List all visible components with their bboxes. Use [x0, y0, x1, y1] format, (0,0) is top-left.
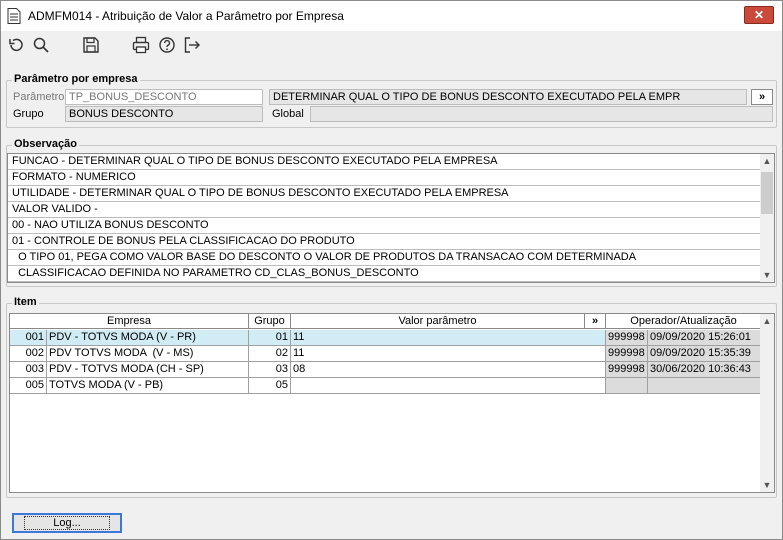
cell-grupo: 03: [249, 362, 291, 378]
cell-operador: 999998: [606, 346, 648, 362]
table-row[interactable]: 002 PDV TOTVS MODA (V - MS) 02 11 999998…: [10, 346, 762, 362]
cell-data: 09/09/2020 15:26:01: [648, 330, 762, 346]
grupo-label: Grupo: [13, 108, 44, 120]
observacao-line: 01 - CONTROLE DE BONUS PELA CLASSIFICACA…: [8, 234, 760, 250]
cell-valor[interactable]: 11: [291, 346, 606, 362]
refresh-icon[interactable]: [6, 35, 26, 55]
global-field: [310, 106, 773, 122]
grid-scrollbar[interactable]: ▲ ▼: [760, 314, 774, 492]
cell-data: 09/09/2020 15:35:39: [648, 346, 762, 362]
header-grupo[interactable]: Grupo: [249, 314, 291, 329]
cell-cod: 005: [10, 378, 47, 394]
search-icon[interactable]: [31, 35, 51, 55]
app-window: ADMFM014 - Atribuição de Valor a Parâmet…: [0, 0, 783, 540]
header-valor[interactable]: Valor parâmetro: [291, 314, 585, 329]
cell-empresa: PDV - TOTVS MODA (V - PR): [47, 330, 249, 346]
print-icon[interactable]: [131, 35, 151, 55]
cell-cod: 003: [10, 362, 47, 378]
log-button-label: Log...: [24, 516, 110, 530]
window-title: ADMFM014 - Atribuição de Valor a Parâmet…: [28, 9, 344, 23]
observacao-textbox[interactable]: FUNCAO - DETERMINAR QUAL O TIPO DE BONUS…: [7, 153, 775, 283]
cell-operador: [606, 378, 648, 394]
table-row[interactable]: 003 PDV - TOTVS MODA (CH - SP) 03 08 999…: [10, 362, 762, 378]
log-button[interactable]: Log...: [12, 513, 122, 533]
observacao-line: FORMATO - NUMERICO: [8, 170, 760, 186]
scroll-thumb[interactable]: [761, 172, 773, 214]
observacao-line: VALOR VALIDO -: [8, 202, 760, 218]
observacao-line: CLASSIFICACAO DEFINIDA NO PARAMETRO CD_C…: [8, 266, 760, 282]
item-legend: Item: [12, 296, 39, 308]
parametro-legend: Parâmetro por empresa: [12, 73, 140, 85]
cell-valor[interactable]: 08: [291, 362, 606, 378]
title-bar: ADMFM014 - Atribuição de Valor a Parâmet…: [1, 1, 782, 31]
header-empresa[interactable]: Empresa: [10, 314, 249, 329]
scroll-up-icon[interactable]: ▲: [760, 154, 774, 168]
expand-button[interactable]: »: [751, 89, 773, 105]
observacao-line: 00 - NAO UTILIZA BONUS DESCONTO: [8, 218, 760, 234]
close-button[interactable]: ✕: [744, 6, 774, 24]
cell-cod: 002: [10, 346, 47, 362]
cell-empresa: PDV - TOTVS MODA (CH - SP): [47, 362, 249, 378]
parametro-input[interactable]: TP_BONUS_DESCONTO: [65, 89, 263, 105]
header-expand-button[interactable]: »: [585, 314, 606, 329]
scroll-up-icon[interactable]: ▲: [760, 314, 774, 328]
item-grid[interactable]: Empresa Grupo Valor parâmetro » Operador…: [9, 313, 775, 493]
save-icon[interactable]: [81, 35, 101, 55]
cell-grupo: 01: [249, 330, 291, 346]
parametro-label: Parâmetro: [13, 91, 65, 103]
cell-grupo: 02: [249, 346, 291, 362]
global-label: Global: [272, 108, 304, 120]
cell-valor[interactable]: 11: [291, 330, 606, 346]
cell-grupo: 05: [249, 378, 291, 394]
observacao-line: O TIPO 01, PEGA COMO VALOR BASE DO DESCO…: [8, 250, 760, 266]
grid-header: Empresa Grupo Valor parâmetro » Operador…: [10, 314, 762, 329]
exit-icon[interactable]: [182, 35, 202, 55]
cell-valor[interactable]: [291, 378, 606, 394]
observacao-legend: Observação: [12, 138, 79, 150]
scroll-down-icon[interactable]: ▼: [760, 478, 774, 492]
cell-operador: 999998: [606, 330, 648, 346]
document-icon: [7, 8, 21, 24]
scroll-down-icon[interactable]: ▼: [760, 268, 774, 282]
parametro-description: DETERMINAR QUAL O TIPO DE BONUS DESCONTO…: [269, 89, 747, 105]
toolbar: [1, 31, 782, 59]
cell-operador: 999998: [606, 362, 648, 378]
help-icon[interactable]: [157, 35, 177, 55]
observacao-line: FUNCAO - DETERMINAR QUAL O TIPO DE BONUS…: [8, 154, 760, 170]
cell-data: 30/06/2020 10:36:43: [648, 362, 762, 378]
cell-data: [648, 378, 762, 394]
header-operador[interactable]: Operador/Atualização: [606, 314, 762, 329]
table-row[interactable]: 001 PDV - TOTVS MODA (V - PR) 01 11 9999…: [10, 330, 762, 346]
grupo-field: BONUS DESCONTO: [65, 106, 263, 122]
cell-empresa: PDV TOTVS MODA (V - MS): [47, 346, 249, 362]
table-row[interactable]: 005 TOTVS MODA (V - PB) 05: [10, 378, 762, 394]
observacao-scrollbar[interactable]: ▲ ▼: [760, 154, 774, 282]
cell-empresa: TOTVS MODA (V - PB): [47, 378, 249, 394]
observacao-line: UTILIDADE - DETERMINAR QUAL O TIPO DE BO…: [8, 186, 760, 202]
cell-cod: 001: [10, 330, 47, 346]
